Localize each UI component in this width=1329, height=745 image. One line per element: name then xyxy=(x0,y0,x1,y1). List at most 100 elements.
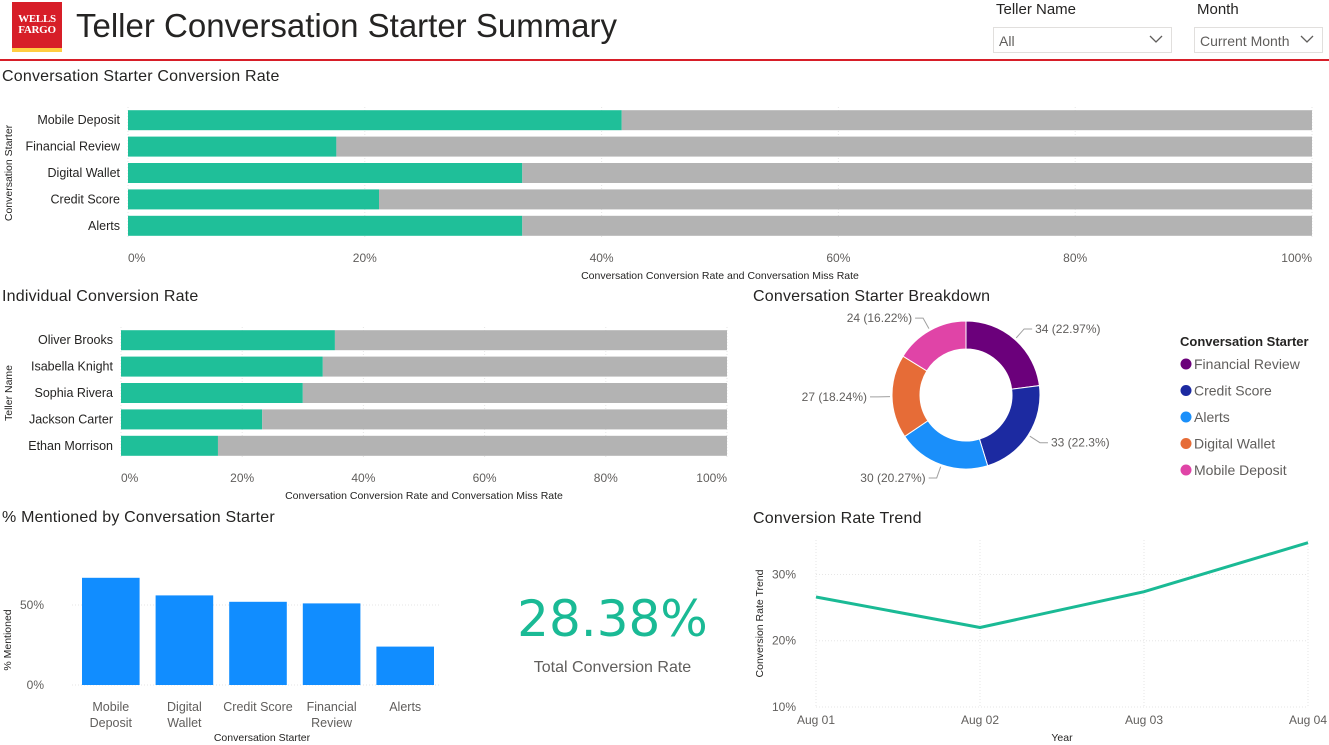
donut-slice xyxy=(978,385,1041,467)
chevron-down-icon xyxy=(1300,35,1314,43)
legend-label: Alerts xyxy=(1194,409,1230,425)
miss-bar xyxy=(262,409,727,430)
x-tick-label: 80% xyxy=(1063,251,1087,265)
miss-bar xyxy=(322,356,727,377)
legend-marker xyxy=(1180,385,1192,396)
teller-filter-dropdown[interactable]: All xyxy=(993,27,1172,53)
slice-data-label: 24 (16.22%) xyxy=(847,311,912,325)
x-tick-label: Financial xyxy=(307,700,357,714)
month-filter-dropdown[interactable]: Current Month xyxy=(1194,27,1323,53)
x-tick-label: Aug 03 xyxy=(1125,713,1163,727)
slice-data-label: 33 (22.3%) xyxy=(1051,436,1110,450)
x-tick-label: 60% xyxy=(826,251,850,265)
label-leader-line xyxy=(915,317,930,329)
breakdown-title: Conversation Starter Breakdown xyxy=(753,288,991,305)
y-tick-label: 30% xyxy=(772,567,796,581)
legend-label: Digital Wallet xyxy=(1194,436,1275,452)
conversion-bar xyxy=(121,330,335,351)
column-bar xyxy=(155,595,214,685)
legend-marker xyxy=(1180,438,1192,449)
x-tick-label: Credit Score xyxy=(223,700,293,714)
x-tick-label: 60% xyxy=(473,471,497,485)
x-tick-label: Wallet xyxy=(167,716,202,730)
category-label: Credit Score xyxy=(51,192,121,206)
column-bar xyxy=(229,601,287,685)
x-tick-label: 100% xyxy=(696,471,727,485)
x-tick-label: Aug 04 xyxy=(1289,713,1327,727)
column-bar xyxy=(376,646,434,685)
conversion-bar xyxy=(128,189,380,210)
legend-marker xyxy=(1180,411,1192,423)
individual-conversion-title: Individual Conversion Rate xyxy=(2,288,199,305)
miss-bar xyxy=(217,435,727,456)
conversion-bar xyxy=(121,409,263,430)
category-label: Isabella Knight xyxy=(31,360,114,374)
label-leader-line xyxy=(928,466,942,479)
teller-filter-value: All xyxy=(999,33,1015,49)
kpi-label: Total Conversion Rate xyxy=(533,659,692,676)
x-tick-label: 80% xyxy=(594,471,618,485)
y-tick-label: 50% xyxy=(20,598,44,612)
legend-label: Mobile Deposit xyxy=(1194,462,1287,478)
y-tick-label: 0% xyxy=(27,678,45,692)
trend-title: Conversion Rate Trend xyxy=(753,510,922,527)
slice-data-label: 34 (22.97%) xyxy=(1035,322,1100,336)
x-tick-label: 40% xyxy=(351,471,375,485)
teller-filter-label: Teller Name xyxy=(996,1,1077,18)
miss-bar xyxy=(336,136,1312,157)
starter-conversion-title: Conversation Starter Conversion Rate xyxy=(2,68,280,85)
conversion-bar xyxy=(128,163,523,183)
category-label: Oliver Brooks xyxy=(38,333,113,347)
x-tick-label: 0% xyxy=(121,471,139,485)
x-axis-title: Year xyxy=(1051,732,1073,744)
breakdown-donut-chart: 34 (22.97%) 33 (22.3%) 30 (20.27%) 27 (18.2… xyxy=(802,311,1309,485)
legend-title: Conversation Starter xyxy=(1180,334,1309,349)
conversion-bar xyxy=(128,136,337,157)
miss-bar xyxy=(522,163,1312,183)
x-tick-label: Review xyxy=(311,716,353,730)
y-axis-title: % Mentioned xyxy=(2,609,14,670)
x-tick-label: 100% xyxy=(1281,251,1312,265)
x-tick-label: 40% xyxy=(590,251,614,265)
legend-marker xyxy=(1180,358,1192,370)
individual-conversion-chart: 0% 20% 40% 60% 80% 100% Oliver Brooks Isabella … xyxy=(3,327,728,502)
y-tick-label: 20% xyxy=(772,634,796,648)
category-label: Alerts xyxy=(88,219,120,233)
miss-bar xyxy=(621,110,1312,131)
slice-data-label: 27 (18.24%) xyxy=(802,390,867,404)
y-axis-title: Conversation Starter xyxy=(3,124,15,221)
miss-bar xyxy=(379,189,1312,210)
header-divider xyxy=(0,59,1329,61)
x-tick-label: Digital xyxy=(167,700,202,714)
conversion-bar xyxy=(121,435,218,456)
x-tick-label: 20% xyxy=(230,471,254,485)
mentioned-bar-chart: 0% 50% Mobile Deposit Digital Wallet Credit Sc… xyxy=(2,577,440,744)
conversion-bar xyxy=(128,110,622,131)
category-label: Jackson Carter xyxy=(29,412,113,426)
x-tick-label: Aug 01 xyxy=(797,713,835,727)
conversion-bar xyxy=(121,383,303,403)
page-title: Teller Conversation Starter Summary xyxy=(76,7,618,44)
month-filter-label: Month xyxy=(1197,1,1239,18)
x-axis-title: Conversation Starter xyxy=(214,732,311,744)
label-leader-line xyxy=(1015,328,1033,339)
label-leader-line xyxy=(1029,435,1048,444)
legend-marker xyxy=(1180,464,1192,476)
conversion-bar xyxy=(128,215,523,236)
column-bar xyxy=(302,603,361,685)
x-axis-title: Conversation Conversion Rate and Convers… xyxy=(285,490,563,502)
conversion-bar xyxy=(121,356,323,377)
x-axis-title: Conversation Conversion Rate and Convers… xyxy=(581,270,859,282)
legend-label: Financial Review xyxy=(1194,356,1301,372)
y-axis-title: Conversion Rate Trend xyxy=(754,569,766,677)
month-filter-value: Current Month xyxy=(1200,33,1290,49)
miss-bar xyxy=(334,330,727,351)
x-tick-label: 0% xyxy=(128,251,146,265)
wells-fargo-logo: WELLS FARGO xyxy=(12,2,62,52)
x-tick-label: Deposit xyxy=(90,716,133,730)
trend-line xyxy=(815,541,1309,629)
slice-data-label: 30 (20.27%) xyxy=(860,471,925,485)
chevron-down-icon xyxy=(1149,35,1163,43)
miss-bar xyxy=(302,383,727,403)
column-bar xyxy=(82,577,140,685)
